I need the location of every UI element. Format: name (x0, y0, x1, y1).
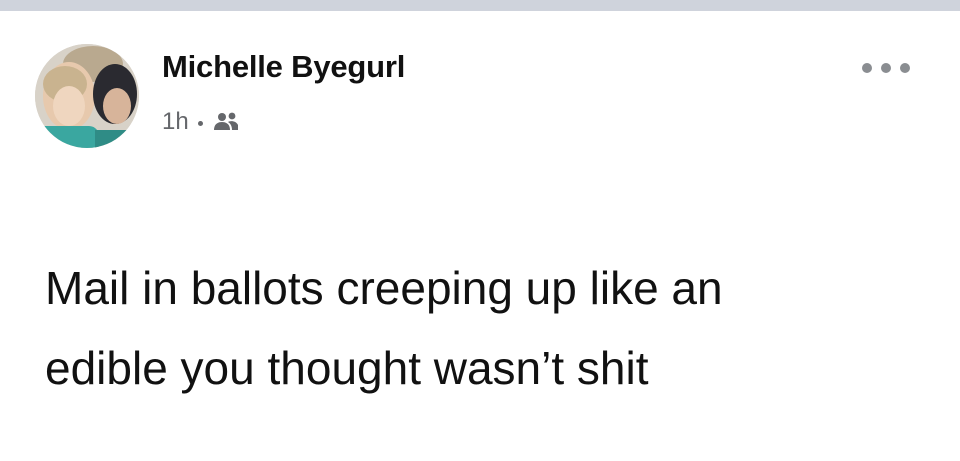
post-timestamp[interactable]: 1h (162, 108, 189, 136)
more-dot (900, 63, 910, 73)
top-divider (0, 0, 960, 11)
more-dot (862, 63, 872, 73)
post-card: Michelle Byegurl 1h Mail in ballots cree… (0, 0, 960, 461)
avatar[interactable] (35, 44, 139, 148)
meta-separator-dot (197, 120, 203, 126)
avatar-photo (35, 44, 139, 148)
post-meta: 1h (162, 108, 239, 136)
author-name[interactable]: Michelle Byegurl (162, 49, 405, 85)
more-options-icon[interactable] (862, 60, 910, 76)
post-text: Mail in ballots creeping up like an edib… (45, 262, 723, 394)
more-dot (881, 63, 891, 73)
friends-icon[interactable] (213, 111, 239, 133)
